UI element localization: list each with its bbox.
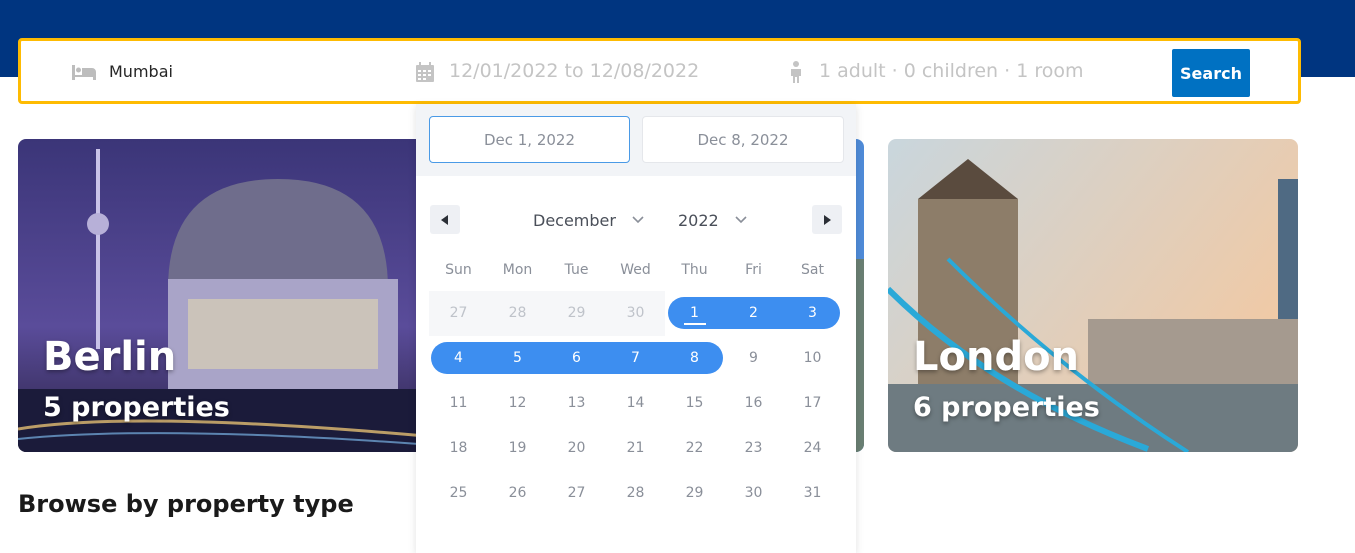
card-subtitle: 6 properties xyxy=(913,392,1100,423)
card-title: London xyxy=(913,334,1080,380)
calendar-day[interactable]: 21 xyxy=(606,432,665,464)
weekday-header: Mon xyxy=(502,262,533,278)
weekday-header: Sat xyxy=(801,262,824,278)
calendar-day[interactable]: 13 xyxy=(547,387,606,419)
today-underline xyxy=(684,323,706,325)
calendar-day[interactable]: 20 xyxy=(547,432,606,464)
calendar-day[interactable]: 28 xyxy=(488,297,547,329)
calendar-day[interactable]: 28 xyxy=(606,477,665,509)
calendar-day[interactable]: 15 xyxy=(665,387,724,419)
prev-month-button[interactable] xyxy=(430,205,460,234)
weekday-header: Tue xyxy=(564,262,589,278)
calendar-day[interactable]: 11 xyxy=(429,387,488,419)
section-title: Browse by property type xyxy=(18,490,354,518)
calendar-day-in-range[interactable]: 2 xyxy=(724,297,783,329)
month-select[interactable]: December xyxy=(533,208,644,232)
calendar-day[interactable]: 27 xyxy=(547,477,606,509)
calendar-day[interactable]: 29 xyxy=(665,477,724,509)
weekday-header: Sun xyxy=(445,262,472,278)
calendar-day-in-range[interactable]: 3 xyxy=(783,297,842,329)
guests-value: 1 adult · 0 children · 1 room xyxy=(819,60,1084,82)
person-icon xyxy=(789,61,807,83)
destination-card-berlin[interactable]: Berlin 5 properties xyxy=(18,139,458,452)
caret-left-icon xyxy=(441,214,448,225)
date-picker: Dec 1, 2022 Dec 8, 2022 December 2022 Su… xyxy=(416,104,856,553)
card-title: Berlin xyxy=(43,334,177,380)
card-subtitle: 5 properties xyxy=(43,392,230,423)
year-value: 2022 xyxy=(678,210,719,230)
chevron-down-icon xyxy=(632,216,644,224)
calendar-day[interactable]: 27 xyxy=(429,297,488,329)
end-date-input[interactable]: Dec 8, 2022 xyxy=(642,116,844,163)
calendar-day[interactable]: 25 xyxy=(429,477,488,509)
calendar-day[interactable]: 9 xyxy=(724,342,783,374)
calendar-icon xyxy=(415,61,437,82)
destination-card-london[interactable]: London 6 properties xyxy=(888,139,1298,452)
search-bar: Mumbai 12/01/2022 to 12/08/2022 1 adult … xyxy=(18,38,1301,104)
bed-icon xyxy=(71,61,97,81)
weekday-header: Fri xyxy=(745,262,762,278)
calendar-day[interactable]: 30 xyxy=(724,477,783,509)
calendar-day[interactable]: 12 xyxy=(488,387,547,419)
calendar-day[interactable]: 17 xyxy=(783,387,842,419)
calendar-day-in-range[interactable]: 7 xyxy=(606,342,665,374)
calendar-day[interactable]: 10 xyxy=(783,342,842,374)
month-value: December xyxy=(533,210,616,230)
date-inputs-bar: Dec 1, 2022 Dec 8, 2022 xyxy=(416,104,856,176)
calendar-day[interactable]: 14 xyxy=(606,387,665,419)
chevron-down-icon xyxy=(735,216,747,224)
destination-field[interactable]: Mumbai xyxy=(71,41,173,101)
destination-value: Mumbai xyxy=(109,61,173,81)
calendar-day-in-range[interactable]: 4 xyxy=(429,342,488,374)
calendar-day[interactable]: 18 xyxy=(429,432,488,464)
weekday-header: Thu xyxy=(681,262,708,278)
weekday-header: Wed xyxy=(620,262,651,278)
calendar-day-in-range[interactable]: 5 xyxy=(488,342,547,374)
search-button[interactable]: Search xyxy=(1172,49,1250,97)
calendar-day-in-range[interactable]: 6 xyxy=(547,342,606,374)
calendar-day[interactable]: 30 xyxy=(606,297,665,329)
calendar-day[interactable]: 23 xyxy=(724,432,783,464)
calendar-day[interactable]: 29 xyxy=(547,297,606,329)
dates-field[interactable]: 12/01/2022 to 12/08/2022 xyxy=(415,41,699,101)
dates-value: 12/01/2022 to 12/08/2022 xyxy=(449,60,700,82)
calendar-day-selected-end[interactable]: 8 xyxy=(665,342,724,374)
next-month-button[interactable] xyxy=(812,205,842,234)
calendar-day[interactable]: 24 xyxy=(783,432,842,464)
caret-right-icon xyxy=(824,214,831,225)
year-select[interactable]: 2022 xyxy=(678,208,747,232)
calendar-day[interactable]: 31 xyxy=(783,477,842,509)
guests-field[interactable]: 1 adult · 0 children · 1 room xyxy=(789,41,1083,101)
start-date-input[interactable]: Dec 1, 2022 xyxy=(429,116,630,163)
calendar-day[interactable]: 16 xyxy=(724,387,783,419)
calendar-day[interactable]: 26 xyxy=(488,477,547,509)
calendar-day[interactable]: 22 xyxy=(665,432,724,464)
calendar-day[interactable]: 19 xyxy=(488,432,547,464)
